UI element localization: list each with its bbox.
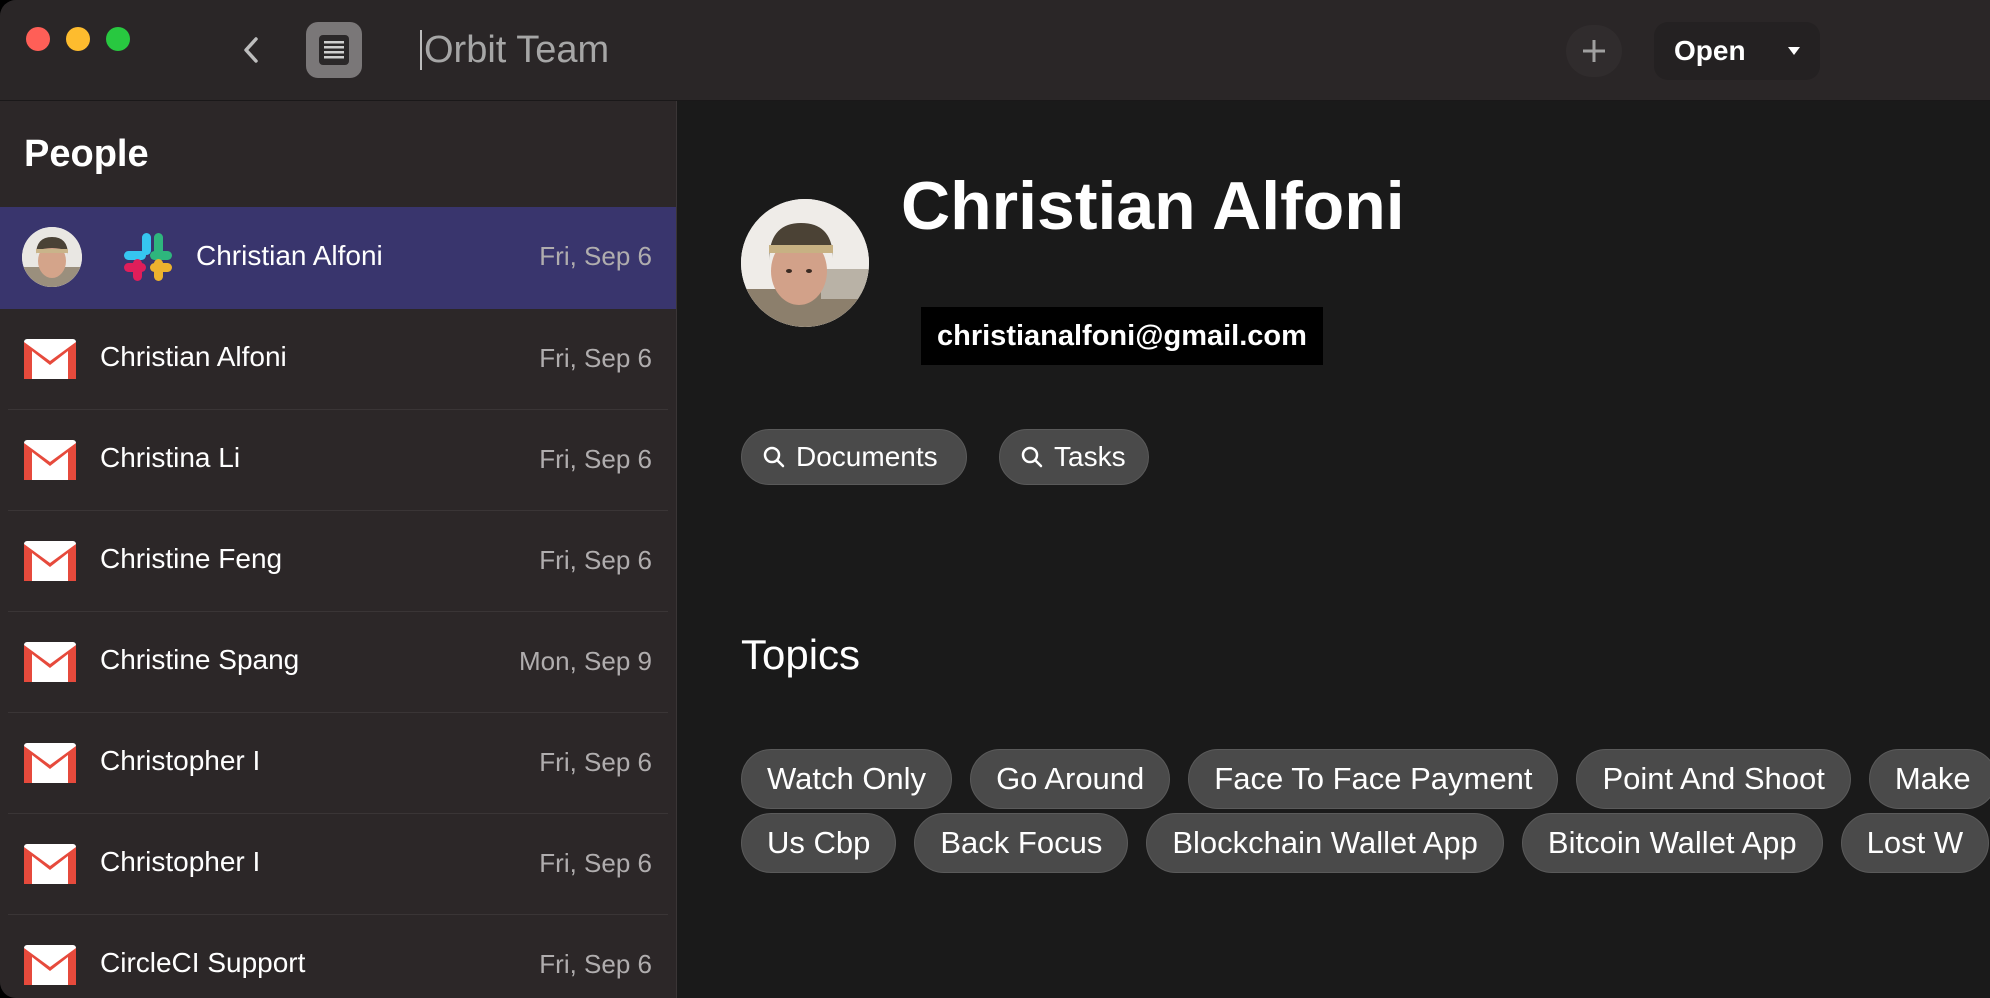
people-list: Christian Alfoni Fri, Sep 6 Christian Al…: [0, 207, 676, 998]
minimize-window-button[interactable]: [66, 27, 90, 51]
text-cursor: [420, 30, 422, 70]
gmail-icon: [24, 339, 76, 379]
topic-tag[interactable]: Blockchain Wallet App: [1146, 813, 1504, 873]
app-window: Open People: [0, 0, 1990, 998]
caret-down-icon: [1788, 47, 1800, 55]
item-date: Fri, Sep 6: [539, 343, 652, 373]
item-date: Fri, Sep 6: [539, 848, 652, 878]
topic-tag[interactable]: Make: [1868, 749, 1990, 809]
slack-icon: [124, 233, 172, 281]
topic-tag[interactable]: Us Cbp: [741, 813, 897, 873]
list-item[interactable]: Christian Alfoni Fri, Sep 6: [0, 207, 676, 309]
item-name: CircleCI Support: [100, 947, 306, 978]
topics-list: Watch Only Go Around Face To Face Paymen…: [741, 749, 1990, 877]
list-view-button[interactable]: [306, 22, 362, 78]
gmail-icon: [24, 743, 76, 783]
topic-tag[interactable]: Watch Only: [741, 749, 953, 809]
list-item[interactable]: CircleCI Support Fri, Sep 6: [8, 915, 668, 998]
list-item[interactable]: Christian Alfoni Fri, Sep 6: [8, 309, 668, 410]
search-input[interactable]: [424, 28, 984, 72]
gmail-icon: [24, 541, 76, 581]
topics-row: Us Cbp Back Focus Blockchain Wallet App …: [741, 813, 1990, 873]
profile-email[interactable]: christianalfoni@gmail.com: [921, 307, 1323, 365]
chevron-left-icon: [244, 37, 258, 63]
zoom-window-button[interactable]: [106, 27, 130, 51]
item-name: Christine Feng: [100, 543, 283, 574]
close-window-button[interactable]: [26, 27, 50, 51]
item-name: Christina Li: [100, 442, 241, 473]
item-name: Christopher I: [100, 846, 261, 877]
gmail-icon: [24, 844, 76, 884]
topic-tag[interactable]: Face To Face Payment: [1188, 749, 1559, 809]
gmail-icon: [24, 642, 76, 682]
back-button[interactable]: [236, 30, 266, 70]
sidebar-title: People: [24, 133, 149, 175]
topics-heading: Topics: [741, 631, 861, 678]
topic-tag[interactable]: Back Focus: [914, 813, 1129, 873]
topics-row: Watch Only Go Around Face To Face Paymen…: [741, 749, 1990, 809]
search-bar[interactable]: [420, 22, 1020, 78]
plus-icon: [1583, 40, 1605, 62]
topic-tag[interactable]: Bitcoin Wallet App: [1521, 813, 1823, 873]
item-date: Fri, Sep 6: [539, 747, 652, 777]
item-date: Fri, Sep 6: [539, 545, 652, 575]
gmail-icon: [24, 945, 76, 985]
search-documents-label: Documents: [796, 441, 938, 472]
search-tasks-button[interactable]: Tasks: [999, 429, 1149, 485]
person-detail-pane: Christian Alfoni christianalfoni@gmail.c…: [677, 101, 1990, 998]
profile-name: Christian Alfoni: [901, 168, 1405, 244]
gmail-icon: [24, 440, 76, 480]
search-documents-button[interactable]: Documents: [741, 429, 967, 485]
topic-tag[interactable]: Lost W: [1840, 813, 1990, 873]
people-sidebar: People Christian Alfoni Fri, Sep 6 Chris…: [0, 101, 677, 998]
add-button[interactable]: [1566, 25, 1622, 77]
open-menu-button[interactable]: [1774, 22, 1814, 80]
topic-tag[interactable]: Go Around: [970, 749, 1171, 809]
list-item[interactable]: Christopher I Fri, Sep 6: [8, 713, 668, 814]
title-bar: Open: [0, 0, 1990, 101]
item-name: Christopher I: [100, 745, 261, 776]
list-icon: [319, 35, 349, 65]
item-date: Mon, Sep 9: [519, 646, 652, 676]
search-tasks-label: Tasks: [1054, 441, 1126, 472]
topic-tag[interactable]: Point And Shoot: [1576, 749, 1851, 809]
item-date: Fri, Sep 6: [539, 949, 652, 979]
profile-avatar: [741, 199, 869, 327]
list-item[interactable]: Christina Li Fri, Sep 6: [8, 410, 668, 511]
list-item[interactable]: Christine Feng Fri, Sep 6: [8, 511, 668, 612]
search-icon: [763, 446, 785, 468]
item-name: Christian Alfoni: [100, 341, 287, 372]
avatar: [22, 227, 82, 287]
open-button[interactable]: Open: [1654, 35, 1774, 67]
open-button-group: Open: [1654, 22, 1820, 80]
list-item[interactable]: Christine Spang Mon, Sep 9: [8, 612, 668, 713]
item-name: Christine Spang: [100, 644, 300, 675]
list-item[interactable]: Christopher I Fri, Sep 6: [8, 814, 668, 915]
search-icon: [1021, 446, 1043, 468]
item-date: Fri, Sep 6: [539, 444, 652, 474]
item-date: Fri, Sep 6: [539, 241, 652, 271]
item-name: Christian Alfoni: [196, 240, 383, 271]
